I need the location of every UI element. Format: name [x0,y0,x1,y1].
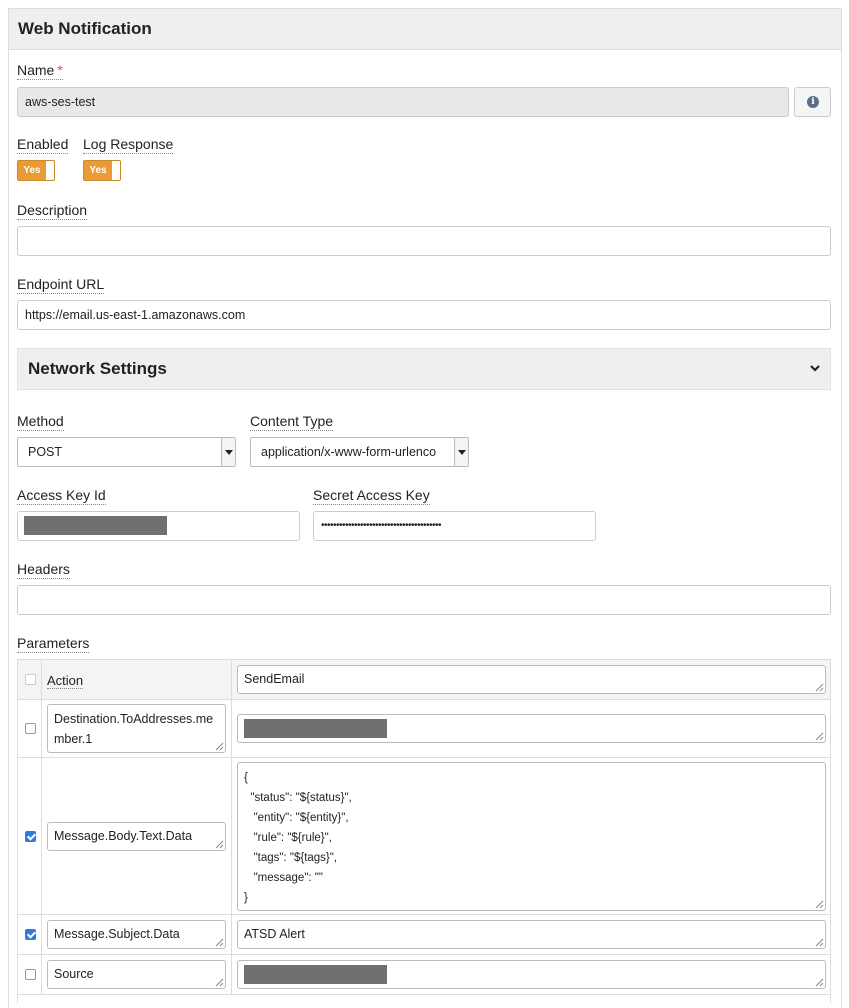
secret-key-input[interactable]: •••••••••••••••••••••••••••••••••••••••• [313,511,596,541]
row-checkbox[interactable] [25,969,36,980]
panel-title: Web Notification [18,19,152,38]
resize-grip-icon[interactable] [215,978,224,987]
redacted-mask [24,516,167,535]
access-key-label: Access Key Id [17,487,106,505]
access-key-input[interactable] [17,511,300,541]
resize-grip-icon[interactable] [815,938,824,947]
content-type-value: application/x-www-form-urlenco [261,445,437,459]
name-input[interactable]: aws-ses-test [17,87,789,117]
description-label: Description [17,202,88,220]
redacted-mask [244,965,387,984]
info-button[interactable]: i [794,87,831,117]
resize-grip-icon[interactable] [215,742,224,751]
table-row: Source [18,955,830,995]
table-row: Destination.ToAddresses.me mber.1 [18,700,830,758]
row-checkbox[interactable] [25,831,36,842]
method-dropdown-icon[interactable] [221,438,235,466]
log-response-label: Log Response [83,136,174,154]
method-value: POST [28,445,63,459]
table-row: Message.Subject.Data ATSD Alert [18,915,830,955]
param-name-field[interactable]: Source [47,960,226,989]
parameters-table: Action SendEmail Destination.ToAddresses… [17,659,831,1003]
required-mark: * [57,62,63,78]
table-header-row: Action SendEmail [18,660,830,700]
resize-grip-icon[interactable] [215,840,224,849]
action-value-field[interactable]: SendEmail [237,665,826,694]
network-settings-header[interactable]: Network Settings [17,348,831,390]
network-settings-title: Network Settings [28,359,167,378]
action-header: Action [47,673,84,689]
headers-label: Headers [17,561,70,579]
description-input[interactable] [17,226,831,256]
row-checkbox[interactable] [25,929,36,940]
select-all-checkbox[interactable] [25,674,36,685]
param-value-field[interactable] [237,960,826,989]
resize-grip-icon[interactable] [815,732,824,741]
secret-key-label: Secret Access Key [313,487,430,505]
method-label: Method [17,413,64,431]
param-name-field[interactable]: Message.Body.Text.Data [47,822,226,851]
redacted-mask [244,719,387,738]
resize-grip-icon[interactable] [815,978,824,987]
param-name-field[interactable]: Message.Subject.Data [47,920,226,949]
info-circle-icon: i [807,96,819,108]
name-label: Name * [17,62,63,80]
param-value-field[interactable]: { "status": "${status}", "entity": "${en… [237,762,826,911]
enabled-toggle[interactable]: Yes [17,160,55,181]
chevron-down-icon[interactable] [810,363,820,373]
parameters-label: Parameters [17,635,90,653]
table-row: Message.Body.Text.Data { "status": "${st… [18,758,830,915]
panel-header: Web Notification [9,9,841,50]
resize-grip-icon[interactable] [815,900,824,909]
content-type-select[interactable]: application/x-www-form-urlenco [250,437,469,467]
endpoint-url-label: Endpoint URL [17,276,105,294]
log-response-toggle[interactable]: Yes [83,160,121,181]
param-name-field[interactable]: Destination.ToAddresses.me mber.1 [47,704,226,753]
param-value-field[interactable]: ATSD Alert [237,920,826,949]
headers-input[interactable] [17,585,831,615]
content-type-label: Content Type [250,413,334,431]
enabled-label: Enabled [17,136,69,154]
endpoint-url-input[interactable]: https://email.us-east-1.amazonaws.com [17,300,831,330]
content-type-dropdown-icon[interactable] [454,438,468,466]
resize-grip-icon[interactable] [215,938,224,947]
log-response-toggle-text: Yes [84,161,112,180]
enabled-toggle-text: Yes [18,161,46,180]
param-value-field[interactable] [237,714,826,743]
row-checkbox[interactable] [25,723,36,734]
resize-grip-icon[interactable] [815,683,824,692]
method-select[interactable]: POST [17,437,236,467]
